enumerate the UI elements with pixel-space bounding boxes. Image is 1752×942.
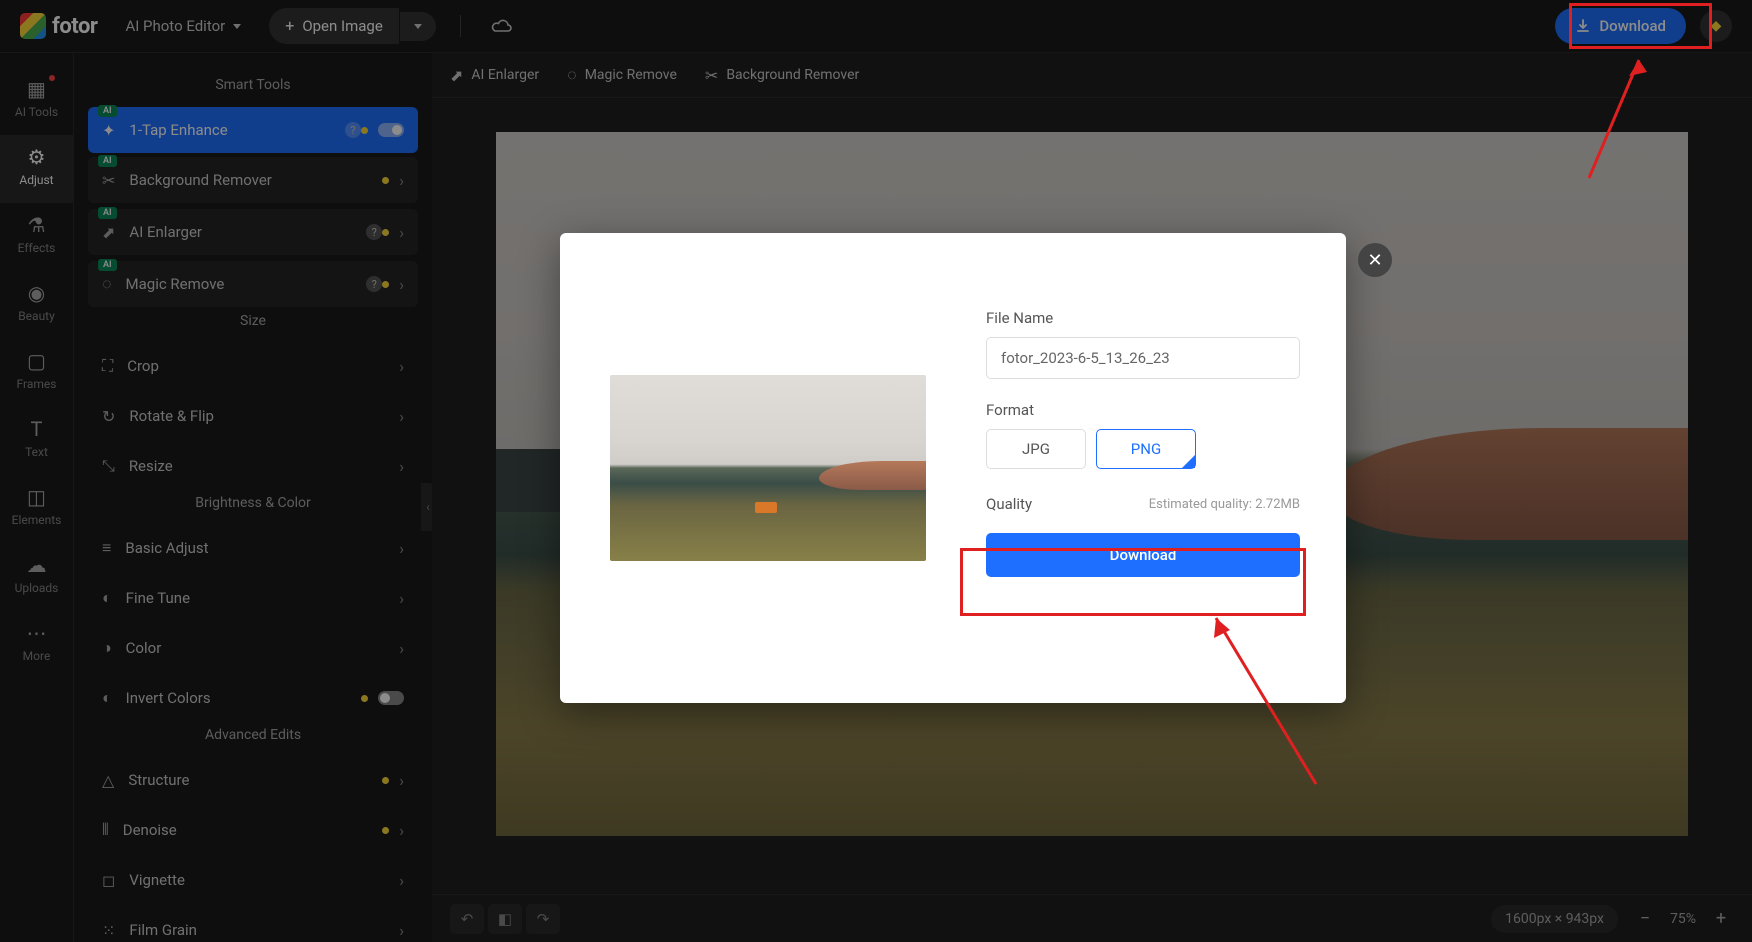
dialog-form-pane: File Name Format JPG PNG Quality Estimat… [976,233,1346,703]
quality-estimate: Estimated quality: 2.72MB [1149,497,1300,512]
dialog-download-button[interactable]: Download [986,533,1300,577]
close-icon: ✕ [1367,250,1382,271]
file-name-input[interactable] [986,337,1300,379]
close-button[interactable]: ✕ [1358,243,1392,277]
format-jpg-button[interactable]: JPG [986,429,1086,469]
quality-label: Quality [986,495,1032,513]
format-png-button[interactable]: PNG [1096,429,1196,469]
file-name-label: File Name [986,309,1300,327]
thumb-subject [755,502,777,513]
format-label: Format [986,401,1300,419]
preview-thumbnail [610,375,926,561]
dialog-preview-pane [560,233,976,703]
download-dialog: ✕ File Name Format JPG PNG Quality Estim… [560,233,1346,703]
